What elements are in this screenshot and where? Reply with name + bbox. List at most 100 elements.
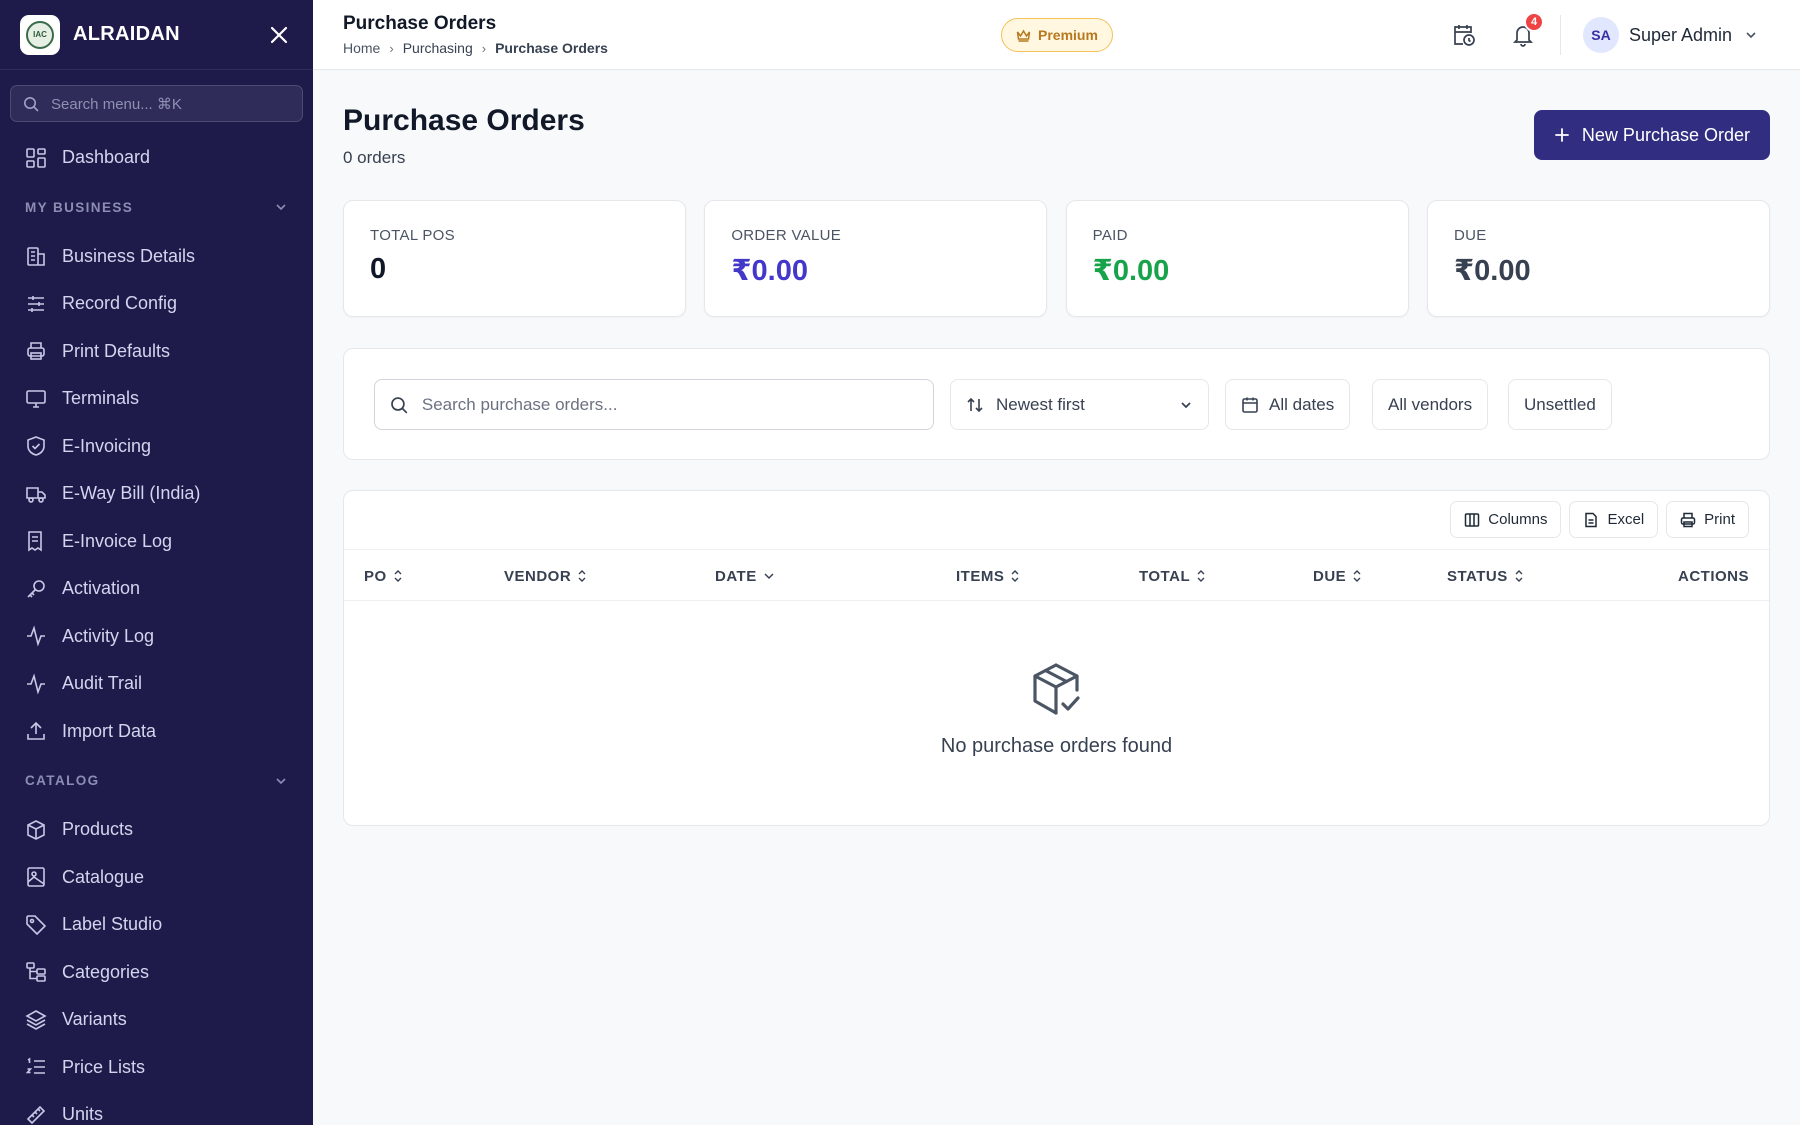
sidebar-item-import-data[interactable]: Import Data (0, 708, 313, 756)
sidebar-item-units[interactable]: Units (0, 1091, 313, 1125)
column-header-date[interactable]: DATE (715, 550, 775, 602)
column-header-items[interactable]: ITEMS (956, 550, 1020, 602)
close-sidebar-button[interactable] (265, 21, 293, 49)
header-divider (1560, 15, 1561, 55)
truck-icon (26, 486, 46, 503)
sidebar-item-label: Products (62, 819, 134, 840)
printer-icon (27, 342, 45, 361)
stat-value: ₹0.00 (731, 255, 808, 287)
user-menu[interactable]: SA Super Admin (1583, 17, 1758, 53)
sidebar-item-label: Dashboard (62, 147, 151, 168)
column-header-vendor[interactable]: VENDOR (504, 550, 587, 602)
search-icon (391, 396, 408, 413)
sliders-icon (28, 295, 44, 312)
sidebar-item-label-studio[interactable]: Label Studio (0, 901, 313, 949)
sidebar-item-terminals[interactable]: Terminals (0, 375, 313, 423)
section-title: MY BUSINESS (25, 199, 134, 215)
sidebar-item-label: Variants (62, 1009, 127, 1030)
chevron-right-icon: › (481, 40, 487, 56)
vendor-filter-button[interactable]: All vendors (1372, 379, 1489, 430)
sort-select[interactable]: Newest first (950, 379, 1209, 430)
excel-export-button[interactable]: Excel (1569, 501, 1659, 538)
chevron-down-icon (276, 777, 286, 784)
stat-label: TOTAL POS (370, 227, 455, 244)
new-purchase-order-button[interactable]: New Purchase Order (1533, 110, 1770, 160)
po-search-input[interactable] (421, 394, 918, 415)
sidebar-item-e-invoice-log[interactable]: E-Invoice Log (0, 518, 313, 566)
sidebar-item-products[interactable]: Products (0, 806, 313, 854)
column-label: ACTIONS (1678, 567, 1749, 585)
close-icon (270, 26, 288, 43)
sort-icon (1353, 570, 1361, 582)
brand-name: ALRAIDAN (73, 23, 180, 45)
notifications-button[interactable]: 4 (1508, 12, 1544, 50)
premium-badge[interactable]: Premium (1001, 18, 1113, 52)
column-header-due[interactable]: DUE (1313, 550, 1362, 602)
sidebar-item-catalogue[interactable]: Catalogue (0, 854, 313, 902)
sidebar-item-variants[interactable]: Variants (0, 996, 313, 1044)
excel-label: Excel (1607, 511, 1645, 528)
sidebar-item-dashboard[interactable]: Dashboard (0, 134, 313, 182)
sidebar-item-print-defaults[interactable]: Print Defaults (0, 328, 313, 376)
sidebar-header: IAC ALRAIDAN (0, 0, 313, 70)
sidebar-item-activity-log[interactable]: Activity Log (0, 613, 313, 661)
dashboard-icon (26, 147, 46, 168)
column-header-status[interactable]: STATUS (1447, 550, 1524, 602)
sidebar-item-price-lists[interactable]: Price Lists (0, 1044, 313, 1092)
calendar-clock-button[interactable] (1449, 20, 1479, 50)
brand-logo: IAC (20, 14, 60, 55)
header-title: Purchase Orders (343, 13, 497, 34)
printer-icon (1680, 512, 1696, 527)
sidebar-item-record-config[interactable]: Record Config (0, 280, 313, 328)
sidebar-item-label: Terminals (62, 388, 140, 409)
calendar-icon (1242, 397, 1258, 413)
sidebar-section-my-business[interactable]: MY BUSINESS (0, 182, 313, 233)
column-header-actions: ACTIONS (1678, 550, 1749, 602)
po-search-field[interactable] (374, 379, 934, 430)
date-filter-label: All dates (1269, 394, 1335, 414)
new-purchase-order-label: New Purchase Order (1581, 124, 1750, 145)
column-label: ITEMS (956, 567, 1005, 585)
columns-button[interactable]: Columns (1450, 501, 1562, 538)
sidebar-item-label: Categories (62, 961, 150, 982)
sidebar-item-label: E-Invoice Log (62, 530, 173, 551)
sidebar-item-business-details[interactable]: Business Details (0, 233, 313, 281)
stat-value: ₹0.00 (1092, 255, 1170, 287)
image-book-icon (27, 867, 45, 888)
activity-icon (27, 625, 45, 647)
breadcrumb-current: Purchase Orders (495, 40, 608, 56)
stat-card-total-pos: TOTAL POS 0 (343, 200, 686, 317)
sidebar-search-input[interactable]: Search menu... ⌘K (10, 85, 303, 122)
column-header-po[interactable]: PO (364, 550, 403, 602)
vendor-filter-label: All vendors (1388, 394, 1473, 414)
sidebar: IAC ALRAIDAN Search menu... ⌘K Dashboard… (0, 0, 313, 1125)
user-name: Super Admin (1629, 24, 1733, 45)
columns-label: Columns (1488, 511, 1548, 528)
filters-panel: Newest first All dates All vendors Unset… (343, 348, 1770, 460)
status-filter-button[interactable]: Unsettled (1508, 379, 1612, 430)
sidebar-item-e-invoicing[interactable]: E-Invoicing (0, 423, 313, 471)
top-header: Purchase Orders Home › Purchasing › Purc… (313, 0, 1800, 70)
sidebar-item-activation[interactable]: Activation (0, 565, 313, 613)
sidebar-item-label: Record Config (62, 293, 178, 314)
sidebar-search-placeholder: Search menu... ⌘K (51, 95, 182, 113)
date-filter-button[interactable]: All dates (1225, 379, 1351, 430)
sort-icon (1515, 570, 1523, 582)
chevron-down-icon (276, 204, 286, 211)
stat-label: ORDER VALUE (731, 227, 842, 244)
sidebar-item-e-way-bill[interactable]: E-Way Bill (India) (0, 470, 313, 518)
chevron-right-icon: › (389, 40, 394, 56)
avatar: SA (1583, 17, 1619, 53)
breadcrumb-purchasing[interactable]: Purchasing (403, 40, 473, 56)
print-button[interactable]: Print (1666, 501, 1749, 538)
sidebar-item-categories[interactable]: Categories (0, 949, 313, 997)
sidebar-item-audit-trail[interactable]: Audit Trail (0, 660, 313, 708)
ruler-icon (26, 1105, 46, 1124)
notification-count-badge: 4 (1524, 12, 1544, 32)
stat-card-paid: PAID ₹0.00 (1065, 200, 1409, 317)
sidebar-section-catalog[interactable]: CATALOG (0, 755, 313, 806)
pulse-icon (27, 673, 45, 695)
column-header-total[interactable]: TOTAL (1139, 550, 1206, 602)
breadcrumb-home[interactable]: Home (343, 40, 380, 56)
sort-desc-icon (764, 573, 774, 580)
